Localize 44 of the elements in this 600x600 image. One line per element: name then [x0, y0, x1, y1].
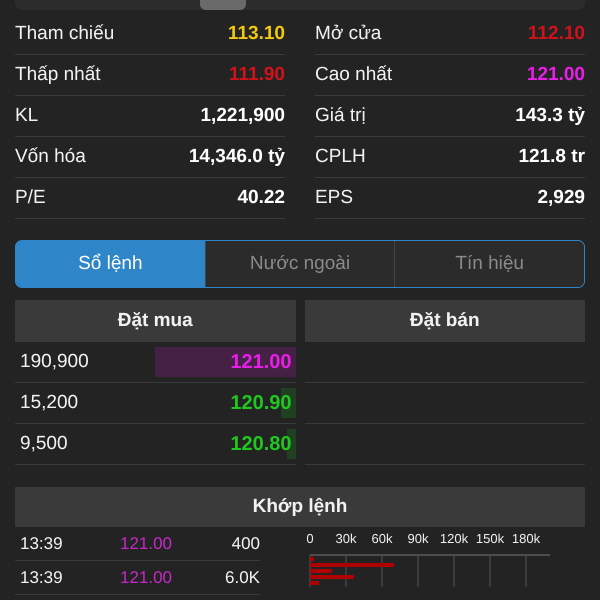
stat-value: 143.3 tỷ [515, 105, 585, 127]
bid-volume: 190,900 [20, 351, 89, 373]
tab[interactable]: Tín hiệu [394, 241, 584, 287]
matched-header: Khớp lệnh [15, 487, 585, 527]
stat-value: 121.8 tr [518, 146, 585, 168]
stat-value: 14,346.0 tỷ [188, 146, 285, 168]
stat-label: Vốn hóa [15, 146, 86, 168]
bid-price: 121.00 [230, 350, 292, 374]
stat-label: EPS [315, 187, 354, 209]
bid-price: 120.80 [230, 432, 292, 456]
stat-value: 112.10 [528, 23, 585, 45]
trade-time: 13:39 [20, 534, 64, 554]
stat-label: Cao nhất [315, 64, 392, 86]
bid-volume: 15,200 [20, 392, 78, 414]
trade-price: 121.00 [120, 568, 173, 588]
axis-tick-label: 30k [336, 531, 356, 546]
stat-label: Giá trị [315, 105, 366, 127]
trade-volume: 6.0K [224, 568, 260, 588]
axis-tick-label: 150k [476, 531, 504, 546]
stat-value: 40.22 [237, 187, 285, 209]
stat-label: CPLH [315, 146, 366, 168]
tab[interactable]: Sổ lệnh [16, 241, 205, 287]
stat-value: 121.00 [526, 64, 585, 86]
axis-tick-label: 0 [306, 531, 314, 546]
stat-label: Thấp nhất [15, 64, 101, 86]
stat-value: 113.10 [228, 23, 285, 45]
stat-label: KL [15, 105, 38, 127]
axis-tick-label: 180k [512, 531, 540, 546]
bid-header: Đặt mua [15, 300, 296, 342]
axis-tick-label: 90k [408, 531, 428, 546]
stat-label: Tham chiếu [15, 23, 114, 45]
stat-value: 1,221,900 [200, 105, 285, 127]
axis-tick-label: 120k [440, 531, 468, 546]
stat-label: P/E [15, 187, 46, 209]
stat-label: Mở cửa [315, 23, 382, 45]
trade-volume: 400 [230, 534, 260, 554]
ask-header: Đặt bán [304, 300, 585, 342]
trade-price: 121.00 [120, 534, 173, 554]
bid-price: 120.90 [230, 392, 292, 414]
trade-time: 13:39 [20, 568, 64, 588]
bid-volume: 9,500 [20, 433, 68, 455]
stat-value: 111.90 [228, 64, 285, 86]
stat-value: 2,929 [537, 187, 585, 209]
axis-tick-label: 60k [372, 531, 392, 546]
